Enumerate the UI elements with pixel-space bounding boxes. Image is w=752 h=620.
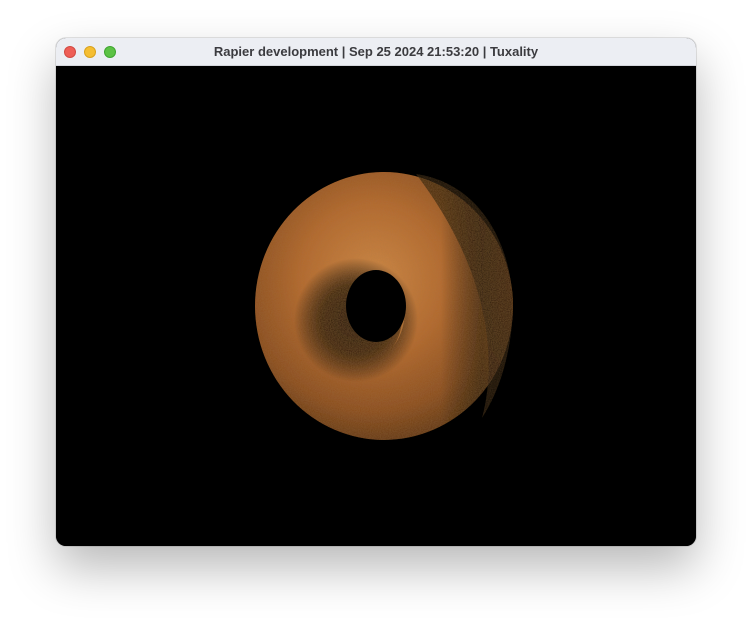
close-button[interactable]	[64, 46, 76, 58]
minimize-button[interactable]	[84, 46, 96, 58]
window-title: Rapier development | Sep 25 2024 21:53:2…	[213, 44, 539, 59]
zoom-button[interactable]	[104, 46, 116, 58]
torus-model	[255, 172, 513, 440]
app-window: Rapier development | Sep 25 2024 21:53:2…	[56, 38, 696, 546]
title-bar[interactable]: Rapier development | Sep 25 2024 21:53:2…	[56, 38, 696, 66]
render-canvas	[255, 172, 513, 440]
render-viewport[interactable]	[56, 66, 696, 546]
